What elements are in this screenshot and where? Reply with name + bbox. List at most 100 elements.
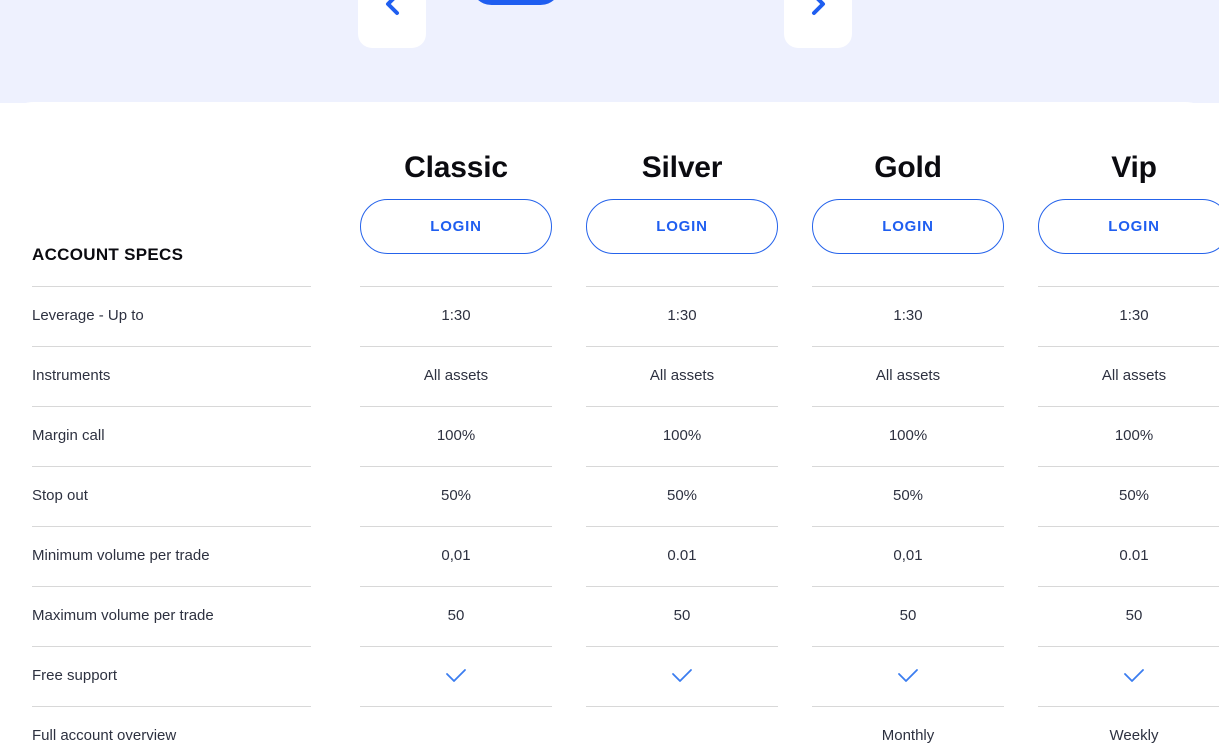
row-value: 50 — [447, 607, 465, 624]
row-label: Free support — [32, 667, 118, 684]
row-value-cell: 100% — [343, 406, 569, 466]
row-value: 100% — [1114, 427, 1154, 444]
row-value-cell: 0,01 — [343, 526, 569, 586]
plan-comparison-page: Retail Professional ACCOUNT S — [0, 0, 1219, 748]
next-plan-button[interactable] — [784, 0, 852, 48]
row-label: Maximum volume per trade — [32, 607, 214, 624]
row-divider — [32, 346, 311, 347]
row-label: Instruments — [32, 367, 111, 384]
chevron-right-icon — [807, 0, 829, 17]
account-type-band: Retail Professional — [0, 0, 1219, 150]
row-label-cell: Stop out — [0, 466, 343, 526]
plan-column-gold: Gold LOGIN — [795, 103, 1021, 286]
row-value: All assets — [423, 367, 489, 384]
row-value: 50% — [440, 487, 472, 504]
check-icon — [569, 646, 795, 706]
row-value: 100% — [662, 427, 702, 444]
row-value: 50% — [892, 487, 924, 504]
row-value-cell: All assets — [343, 346, 569, 406]
row-divider — [32, 706, 311, 707]
row-value: 50% — [666, 487, 698, 504]
table-row: Full account overview Monthly Weekly — [0, 706, 1219, 748]
row-value: 0,01 — [893, 547, 923, 564]
login-button-gold[interactable]: LOGIN — [812, 199, 1004, 254]
row-divider — [32, 466, 311, 467]
prev-plan-button[interactable] — [358, 0, 426, 48]
row-divider — [586, 466, 778, 467]
plan-name-silver: Silver — [641, 151, 723, 184]
row-value-cell: 100% — [569, 406, 795, 466]
row-divider — [1038, 346, 1219, 347]
check-icon — [343, 646, 569, 706]
login-button-classic[interactable]: LOGIN — [360, 199, 552, 254]
row-value-cell: 50% — [569, 466, 795, 526]
row-value: 100% — [888, 427, 928, 444]
row-divider — [586, 346, 778, 347]
row-divider — [1038, 706, 1219, 707]
row-label-cell: Leverage - Up to — [0, 286, 343, 346]
row-divider — [360, 346, 552, 347]
row-label-cell: Full account overview — [0, 706, 343, 748]
row-label: Margin call — [32, 427, 105, 444]
check-icon — [795, 646, 1021, 706]
row-value-cell: 50% — [343, 466, 569, 526]
row-value-cell: 50 — [569, 586, 795, 646]
plan-column-silver: Silver LOGIN — [569, 103, 795, 286]
row-value-cell: 1:30 — [1021, 286, 1219, 346]
row-divider — [360, 286, 552, 287]
row-value-cell: 1:30 — [795, 286, 1021, 346]
row-value: All assets — [875, 367, 941, 384]
row-value-cell: 50 — [343, 586, 569, 646]
row-divider — [586, 646, 778, 647]
row-value: All assets — [1101, 367, 1167, 384]
plan-column-vip: Vip LOGIN — [1021, 103, 1219, 286]
table-grid: ACCOUNT SPECS Classic LOGIN Silver LOGIN… — [0, 103, 1219, 748]
table-row: Free support — [0, 646, 1219, 706]
row-divider — [1038, 286, 1219, 287]
row-label: Stop out — [32, 487, 88, 504]
tab-retail[interactable]: Retail — [471, 0, 561, 5]
row-value-cell: 50 — [1021, 586, 1219, 646]
row-value: 50 — [1125, 607, 1143, 624]
row-divider — [1038, 586, 1219, 587]
table-row: Margin call 100% 100% 100% 100% — [0, 406, 1219, 466]
table-row: Stop out 50% 50% 50% 50% — [0, 466, 1219, 526]
login-button-silver[interactable]: LOGIN — [586, 199, 778, 254]
row-value-cell: 0,01 — [795, 526, 1021, 586]
row-label-cell: Free support — [0, 646, 343, 706]
row-value-cell: Monthly — [795, 706, 1021, 748]
row-divider — [812, 286, 1004, 287]
row-value: 0.01 — [667, 547, 697, 564]
row-divider — [812, 406, 1004, 407]
row-value-cell: 0.01 — [1021, 526, 1219, 586]
row-divider — [32, 646, 311, 647]
row-value-cell: All assets — [1021, 346, 1219, 406]
row-value-cell: 0.01 — [569, 526, 795, 586]
row-value-cell — [343, 706, 569, 748]
row-value: 0,01 — [441, 547, 471, 564]
row-value-cell: 100% — [795, 406, 1021, 466]
row-value-cell — [569, 706, 795, 748]
row-divider — [32, 286, 311, 287]
row-divider — [586, 526, 778, 527]
row-divider — [812, 586, 1004, 587]
table-row: Instruments All assets All assets All asset… — [0, 346, 1219, 406]
row-value-cell: 50 — [795, 586, 1021, 646]
row-value-cell: 100% — [1021, 406, 1219, 466]
row-label-cell: Minimum volume per trade — [0, 526, 343, 586]
row-label: Leverage - Up to — [32, 307, 144, 324]
tab-professional[interactable]: Professional — [596, 0, 741, 5]
row-divider — [586, 586, 778, 587]
row-divider — [586, 706, 778, 707]
row-value: Weekly — [1109, 727, 1159, 744]
row-label-cell: Instruments — [0, 346, 343, 406]
row-value: 50% — [1118, 487, 1150, 504]
login-button-vip[interactable]: LOGIN — [1038, 199, 1219, 254]
table-row: Leverage - Up to 1:30 1:30 1:30 1:30 — [0, 286, 1219, 346]
page-title: ACCOUNT SPECS — [32, 245, 184, 264]
row-value: 0.01 — [1119, 547, 1149, 564]
row-value-cell — [1021, 646, 1219, 706]
plan-name-vip: Vip — [1111, 151, 1157, 184]
row-divider — [812, 346, 1004, 347]
row-value: 50 — [899, 607, 917, 624]
